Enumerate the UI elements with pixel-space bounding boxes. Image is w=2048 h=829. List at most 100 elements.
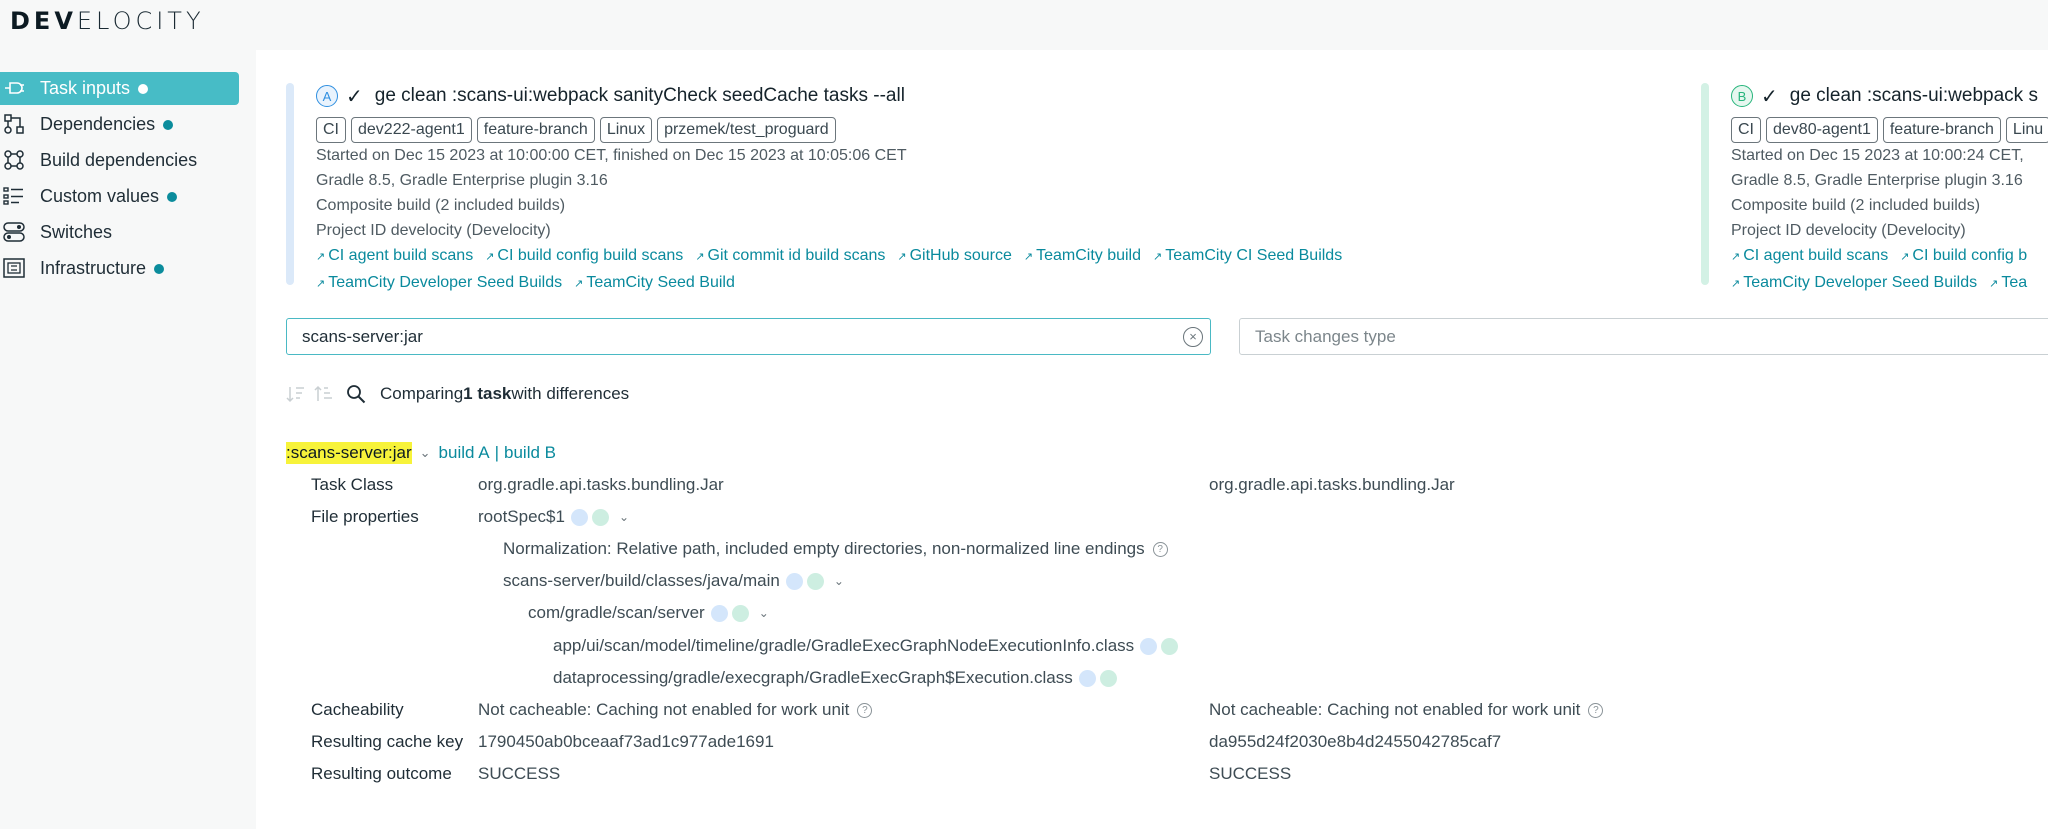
external-link[interactable]: ↗ GitHub source xyxy=(897,247,1011,264)
file-path-leaf[interactable]: app/ui/scan/model/timeline/gradle/Gradle… xyxy=(553,636,1179,656)
build-a-link[interactable]: build A xyxy=(439,443,490,463)
external-link[interactable]: ↗ TeamCity Developer Seed Builds xyxy=(1731,274,1977,291)
external-link-icon: ↗ xyxy=(1731,251,1741,263)
root-spec-name: rootSpec$1 xyxy=(478,507,565,526)
external-link[interactable]: ↗ Git commit id build scans xyxy=(695,247,885,264)
help-icon[interactable]: ? xyxy=(857,702,873,718)
task-class-label: Task Class xyxy=(311,475,394,494)
top-bar: DEVELOCITY xyxy=(0,0,2048,50)
changes-dot xyxy=(138,83,149,94)
build-b-link[interactable]: build B xyxy=(504,443,556,463)
sidebar-item-switches[interactable]: Switches xyxy=(0,216,240,249)
task-search-input[interactable] xyxy=(287,319,1147,354)
chevron-down-icon[interactable]: ⌄ xyxy=(619,510,629,524)
link-separator: | xyxy=(494,443,500,462)
build-a-color-bar xyxy=(286,83,294,285)
chevron-down-icon[interactable]: ⌄ xyxy=(834,574,844,588)
build-dependency-icon xyxy=(4,150,24,170)
help-icon[interactable]: ? xyxy=(1152,541,1168,557)
external-link[interactable]: ↗ CI agent build scans xyxy=(316,247,473,264)
success-check-icon: ✓ xyxy=(346,85,363,108)
sidebar-item-label: Build dependencies xyxy=(40,150,198,170)
tag[interactable]: feature-branch xyxy=(476,117,595,143)
external-link[interactable]: ↗ TeamCity Developer Seed Builds xyxy=(316,274,562,291)
build-a-change-indicator xyxy=(570,508,588,526)
build-b-links-row: ↗ TeamCity Developer Seed Builds ↗ Tea xyxy=(1731,270,2048,297)
file-path: app/ui/scan/model/timeline/gradle/Gradle… xyxy=(553,636,1135,655)
external-link[interactable]: ↗ Tea xyxy=(1989,274,2027,291)
build-a-links-row: ↗ TeamCity Developer Seed Builds ↗ TeamCity… xyxy=(316,270,1354,297)
comparing-summary: Comparing 1 task with differences xyxy=(286,384,629,404)
chevron-down-icon[interactable]: ⌄ xyxy=(420,445,431,461)
file-path: dataprocessing/gradle/execgraph/GradleEx… xyxy=(553,668,1073,687)
build-a-composite: Composite build (2 included builds) xyxy=(316,197,566,214)
build-a-change-indicator xyxy=(785,572,803,590)
external-link[interactable]: ↗ CI agent build scans xyxy=(1731,247,1888,264)
build-a-command[interactable]: ge clean :scans-ui:webpack sanityCheck s… xyxy=(375,85,905,107)
file-properties-label: File properties xyxy=(311,507,419,526)
tag[interactable]: Linu xyxy=(2005,117,2048,143)
sidebar-item-dependencies[interactable]: Dependencies xyxy=(0,108,240,141)
expand-all-icon[interactable] xyxy=(314,384,334,404)
file-path: com/gradle/scan/server xyxy=(528,603,705,622)
help-icon[interactable]: ? xyxy=(1588,702,1604,718)
external-link[interactable]: ↗ TeamCity Seed Build xyxy=(574,274,735,291)
task-changes-type-filter xyxy=(1239,318,2048,355)
build-a-tags: CI dev222-agent1 feature-branch Linux pr… xyxy=(316,117,1354,143)
chip-icon xyxy=(3,258,25,278)
chevron-down-icon[interactable]: ⌄ xyxy=(759,606,769,620)
plug-icon xyxy=(5,82,24,94)
external-link-icon: ↗ xyxy=(574,278,584,290)
task-changes-type-input[interactable] xyxy=(1240,319,2040,354)
build-b-command[interactable]: ge clean :scans-ui:webpack s xyxy=(1790,85,2038,107)
tag[interactable]: dev80-agent1 xyxy=(1766,117,1878,143)
file-property-root[interactable]: rootSpec$1 ⌄ xyxy=(478,507,629,527)
sidebar-item-infrastructure[interactable]: Infrastructure xyxy=(0,252,240,285)
external-link-icon: ↗ xyxy=(1023,251,1034,263)
sidebar-item-task-inputs[interactable]: Task inputs xyxy=(0,72,239,105)
normalization-text: Normalization: Relative path, included e… xyxy=(503,539,1145,558)
sidebar-item-build-dependencies[interactable]: Build dependencies xyxy=(0,144,240,177)
cacheability-b: Not cacheable: Caching not enabled for w… xyxy=(1209,700,1604,720)
file-path: scans-server/build/classes/java/main xyxy=(503,571,780,590)
build-b-color-bar xyxy=(1701,83,1709,285)
cache-key-b: da955d24f2030e8b4d2455042785caf7 xyxy=(1209,732,1502,751)
tag[interactable]: przemek/test_proguard xyxy=(657,117,836,143)
external-link[interactable]: ↗ CI build config build scans xyxy=(485,247,683,264)
tag[interactable]: Linux xyxy=(599,117,653,143)
file-path-node[interactable]: scans-server/build/classes/java/main ⌄ xyxy=(503,571,844,591)
build-a-change-indicator xyxy=(1078,669,1096,687)
comparing-prefix: Comparing xyxy=(380,384,464,403)
task-class-a: org.gradle.api.tasks.bundling.Jar xyxy=(478,475,724,494)
search-icon[interactable] xyxy=(346,384,366,404)
develocity-logo[interactable]: DEVELOCITY xyxy=(10,7,205,35)
sidebar-nav: Task inputs Dependencies Build dependenc… xyxy=(0,72,240,288)
build-a-change-indicator xyxy=(1140,637,1158,655)
sidebar-item-label: Task inputs xyxy=(40,78,131,98)
external-link-icon: ↗ xyxy=(1900,251,1910,263)
build-a-time: Started on Dec 15 2023 at 10:00:00 CET, … xyxy=(316,147,907,164)
collapse-all-icon[interactable] xyxy=(286,384,306,404)
external-link[interactable]: ↗ TeamCity CI Seed Builds xyxy=(1153,247,1342,264)
build-b-change-indicator xyxy=(731,604,749,622)
external-link[interactable]: ↗ TeamCity build xyxy=(1024,247,1141,264)
external-link[interactable]: ↗ CI build config b xyxy=(1900,247,2027,264)
build-b-badge: B xyxy=(1731,85,1753,107)
changes-dot xyxy=(167,191,178,202)
tag[interactable]: CI xyxy=(316,117,346,143)
tag[interactable]: dev222-agent1 xyxy=(351,117,472,143)
sidebar-item-custom-values[interactable]: Custom values xyxy=(0,180,240,213)
clear-search-icon[interactable]: × xyxy=(1183,327,1203,347)
build-b-project-id: Project ID develocity (Develocity) xyxy=(1731,222,1966,239)
cache-key-label: Resulting cache key xyxy=(311,732,464,751)
task-name[interactable]: :scans-server:jar xyxy=(286,442,412,464)
file-path-node[interactable]: com/gradle/scan/server ⌄ xyxy=(528,603,769,623)
tag[interactable]: CI xyxy=(1731,117,1761,143)
file-path-leaf[interactable]: dataprocessing/gradle/execgraph/GradleEx… xyxy=(553,668,1117,688)
build-b-links-row: ↗ CI agent build scans ↗ CI build config b xyxy=(1731,243,2048,270)
normalization-info: Normalization: Relative path, included e… xyxy=(503,539,1168,559)
changes-dot xyxy=(154,263,165,274)
task-search-box: × xyxy=(286,318,1211,355)
build-b-composite: Composite build (2 included builds) xyxy=(1731,197,1981,214)
tag[interactable]: feature-branch xyxy=(1882,117,2001,143)
